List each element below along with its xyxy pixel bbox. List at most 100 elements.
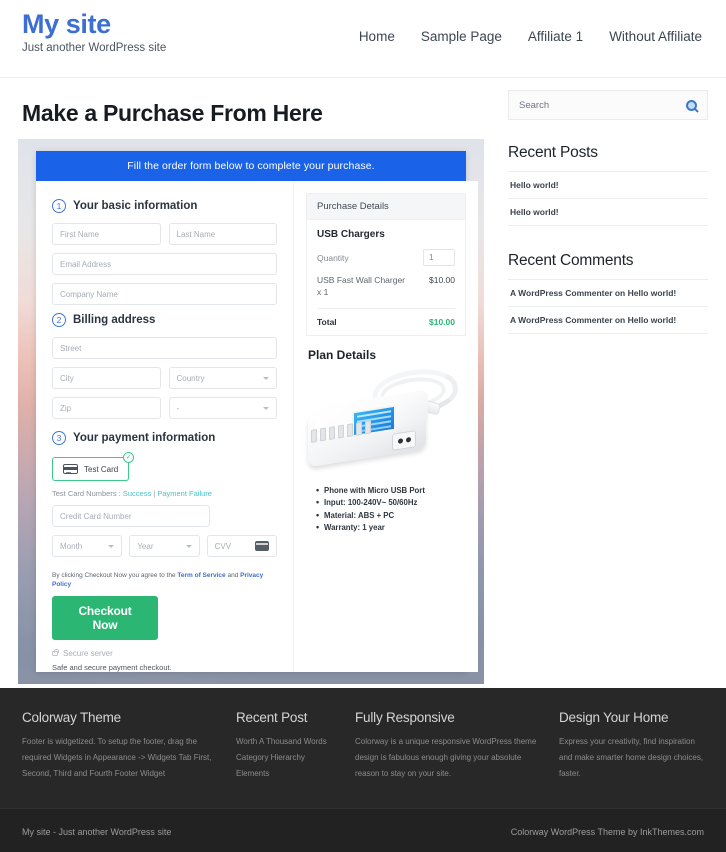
- test-card-option-wrap: Test Card ✓: [52, 452, 135, 481]
- credit-card-number-input[interactable]: Credit Card Number: [52, 505, 210, 527]
- city-input[interactable]: City: [52, 367, 161, 389]
- charger-power-socket: [392, 429, 416, 451]
- test-card-numbers-row: Test Card Numbers : Success | Payment Fa…: [52, 489, 277, 498]
- test-card-failure-link[interactable]: Payment Failure: [157, 489, 212, 498]
- usb-port: [338, 424, 344, 439]
- month-select-value: Month: [60, 541, 83, 551]
- last-name-input[interactable]: Last Name: [168, 223, 277, 245]
- form-body: 1 Your basic information First Name Last…: [36, 181, 478, 673]
- content-column: Make a Purchase From Here Fill the order…: [18, 78, 486, 688]
- zip-input[interactable]: Zip: [52, 397, 161, 419]
- list-item[interactable]: Hello world!: [508, 171, 708, 198]
- search-icon[interactable]: [686, 99, 697, 111]
- copyright-left: My site - Just another WordPress site: [22, 826, 172, 837]
- lock-icon: [52, 649, 59, 657]
- company-input[interactable]: Company Name: [52, 283, 277, 305]
- quantity-input[interactable]: 1: [423, 249, 455, 266]
- footer-column-text: Footer is widgetized. To setup the foote…: [22, 737, 212, 778]
- secure-server-label: Secure server: [63, 649, 113, 659]
- footer-column-title: Fully Responsive: [355, 710, 455, 725]
- terms-notice: By clicking Checkout Now you agree to th…: [52, 571, 277, 589]
- page-body: Make a Purchase From Here Fill the order…: [0, 78, 726, 688]
- total-row: Total $10.00: [317, 309, 455, 327]
- nav-item-sample-page[interactable]: Sample Page: [421, 29, 502, 44]
- brand[interactable]: My site Just another WordPress site: [22, 0, 166, 54]
- feature-item: Phone with Micro USB Port: [316, 485, 466, 495]
- recent-comments-list: A WordPress Commenter on Hello world! A …: [508, 279, 708, 334]
- test-card-success-link[interactable]: Success: [123, 489, 151, 498]
- state-select[interactable]: -: [168, 397, 277, 419]
- step-3-header: 3 Your payment information: [52, 431, 277, 445]
- chevron-down-icon: [263, 376, 269, 380]
- nav-item-without-affiliate[interactable]: Without Affiliate: [609, 29, 702, 44]
- usb-port: [347, 422, 353, 437]
- list-item[interactable]: Category Hierarchy: [236, 750, 341, 766]
- usb-port: [356, 421, 362, 436]
- state-select-value: -: [176, 403, 180, 413]
- quantity-label: Quantity: [317, 252, 349, 263]
- product-image: [306, 364, 466, 478]
- year-select[interactable]: Year: [129, 535, 200, 557]
- city-country-row: City Country: [52, 367, 277, 397]
- footer-column-design-your-home: Design Your Home Express your creativity…: [559, 710, 704, 792]
- list-item[interactable]: A WordPress Commenter on Hello world!: [508, 306, 708, 334]
- feature-item: Material: ABS + PC: [316, 510, 466, 520]
- step-1-number: 1: [52, 199, 66, 213]
- form-banner: Fill the order form below to complete yo…: [36, 151, 466, 181]
- list-item[interactable]: Worth A Thousand Words: [236, 734, 341, 750]
- line-item: USB Fast Wall Charger x 1 $10.00: [317, 275, 455, 309]
- footer-column-text: Express your creativity, find inspiratio…: [559, 737, 704, 778]
- first-name-input[interactable]: First Name: [52, 223, 161, 245]
- test-card-label: Test Card: [84, 464, 119, 474]
- safe-checkout-note: Safe and secure payment checkout.: [52, 663, 172, 673]
- check-icon: ✓: [123, 452, 135, 463]
- cvv-card-icon: [254, 541, 269, 551]
- test-card-option[interactable]: Test Card: [52, 457, 130, 481]
- test-card-numbers-prefix: Test Card Numbers :: [52, 489, 123, 498]
- step-1-label: Your basic information: [73, 200, 198, 212]
- footer-column-text: Colorway is a unique responsive WordPres…: [355, 737, 537, 778]
- chevron-down-icon: [108, 544, 115, 548]
- checkout-now-button[interactable]: Checkout Now: [52, 596, 158, 641]
- nav-item-affiliate-1[interactable]: Affiliate 1: [528, 29, 583, 44]
- checkout-hero-background: Fill the order form below to complete yo…: [18, 139, 484, 684]
- total-value: $10.00: [429, 316, 455, 327]
- purchase-details-body: USB Chargers Quantity 1 USB Fast Wall Ch…: [307, 220, 465, 335]
- step-2-number: 2: [52, 313, 66, 327]
- list-item[interactable]: Hello world!: [508, 198, 708, 226]
- site-footer: Colorway Theme Footer is widgetized. To …: [0, 688, 726, 808]
- site-header: My site Just another WordPress site Home…: [0, 0, 726, 78]
- nav-item-home[interactable]: Home: [359, 29, 395, 44]
- footer-column-recent-post: Recent Post Worth A Thousand Words Categ…: [236, 710, 341, 792]
- line-item-name: USB Fast Wall Charger x 1: [317, 275, 406, 297]
- purchase-details-panel: Purchase Details USB Chargers Quantity 1…: [306, 193, 466, 336]
- month-select[interactable]: Month: [52, 535, 123, 557]
- main-navigation: Home Sample Page Affiliate 1 Without Aff…: [359, 0, 704, 44]
- copyright-right[interactable]: Colorway WordPress Theme by InkThemes.co…: [511, 827, 704, 837]
- terms-of-service-link[interactable]: Term of Service: [177, 572, 225, 579]
- footer-recent-post-list: Worth A Thousand Words Category Hierarch…: [236, 734, 341, 782]
- cvv-placeholder: CVV: [214, 541, 232, 551]
- site-tagline: Just another WordPress site: [22, 42, 167, 55]
- footer-column-colorway-theme: Colorway Theme Footer is widgetized. To …: [22, 710, 222, 792]
- email-input[interactable]: Email Address: [52, 253, 277, 275]
- product-feature-list: Phone with Micro USB Port Input: 100-240…: [306, 485, 466, 533]
- site-title[interactable]: My site: [22, 9, 166, 40]
- secure-server-row: Secure server: [52, 649, 277, 658]
- search-widget[interactable]: Search: [508, 90, 708, 120]
- step-1-header: 1 Your basic information: [52, 199, 277, 213]
- usb-port: [311, 428, 317, 443]
- zip-state-row: Zip -: [52, 397, 277, 427]
- country-select[interactable]: Country: [168, 367, 277, 389]
- feature-item: Input: 100-240V~ 50/60Hz: [316, 497, 466, 507]
- usb-port: [329, 425, 335, 440]
- search-input[interactable]: Search: [519, 100, 549, 111]
- terms-prefix: By clicking Checkout Now you agree to th…: [52, 572, 178, 579]
- list-item[interactable]: A WordPress Commenter on Hello world!: [508, 279, 708, 306]
- cvv-input[interactable]: CVV: [206, 535, 277, 557]
- street-input[interactable]: Street: [52, 337, 277, 359]
- purchase-details-heading: Purchase Details: [307, 194, 465, 220]
- page-title: Make a Purchase From Here: [22, 100, 323, 126]
- list-item[interactable]: Elements: [236, 766, 341, 782]
- step-3-number: 3: [52, 431, 66, 445]
